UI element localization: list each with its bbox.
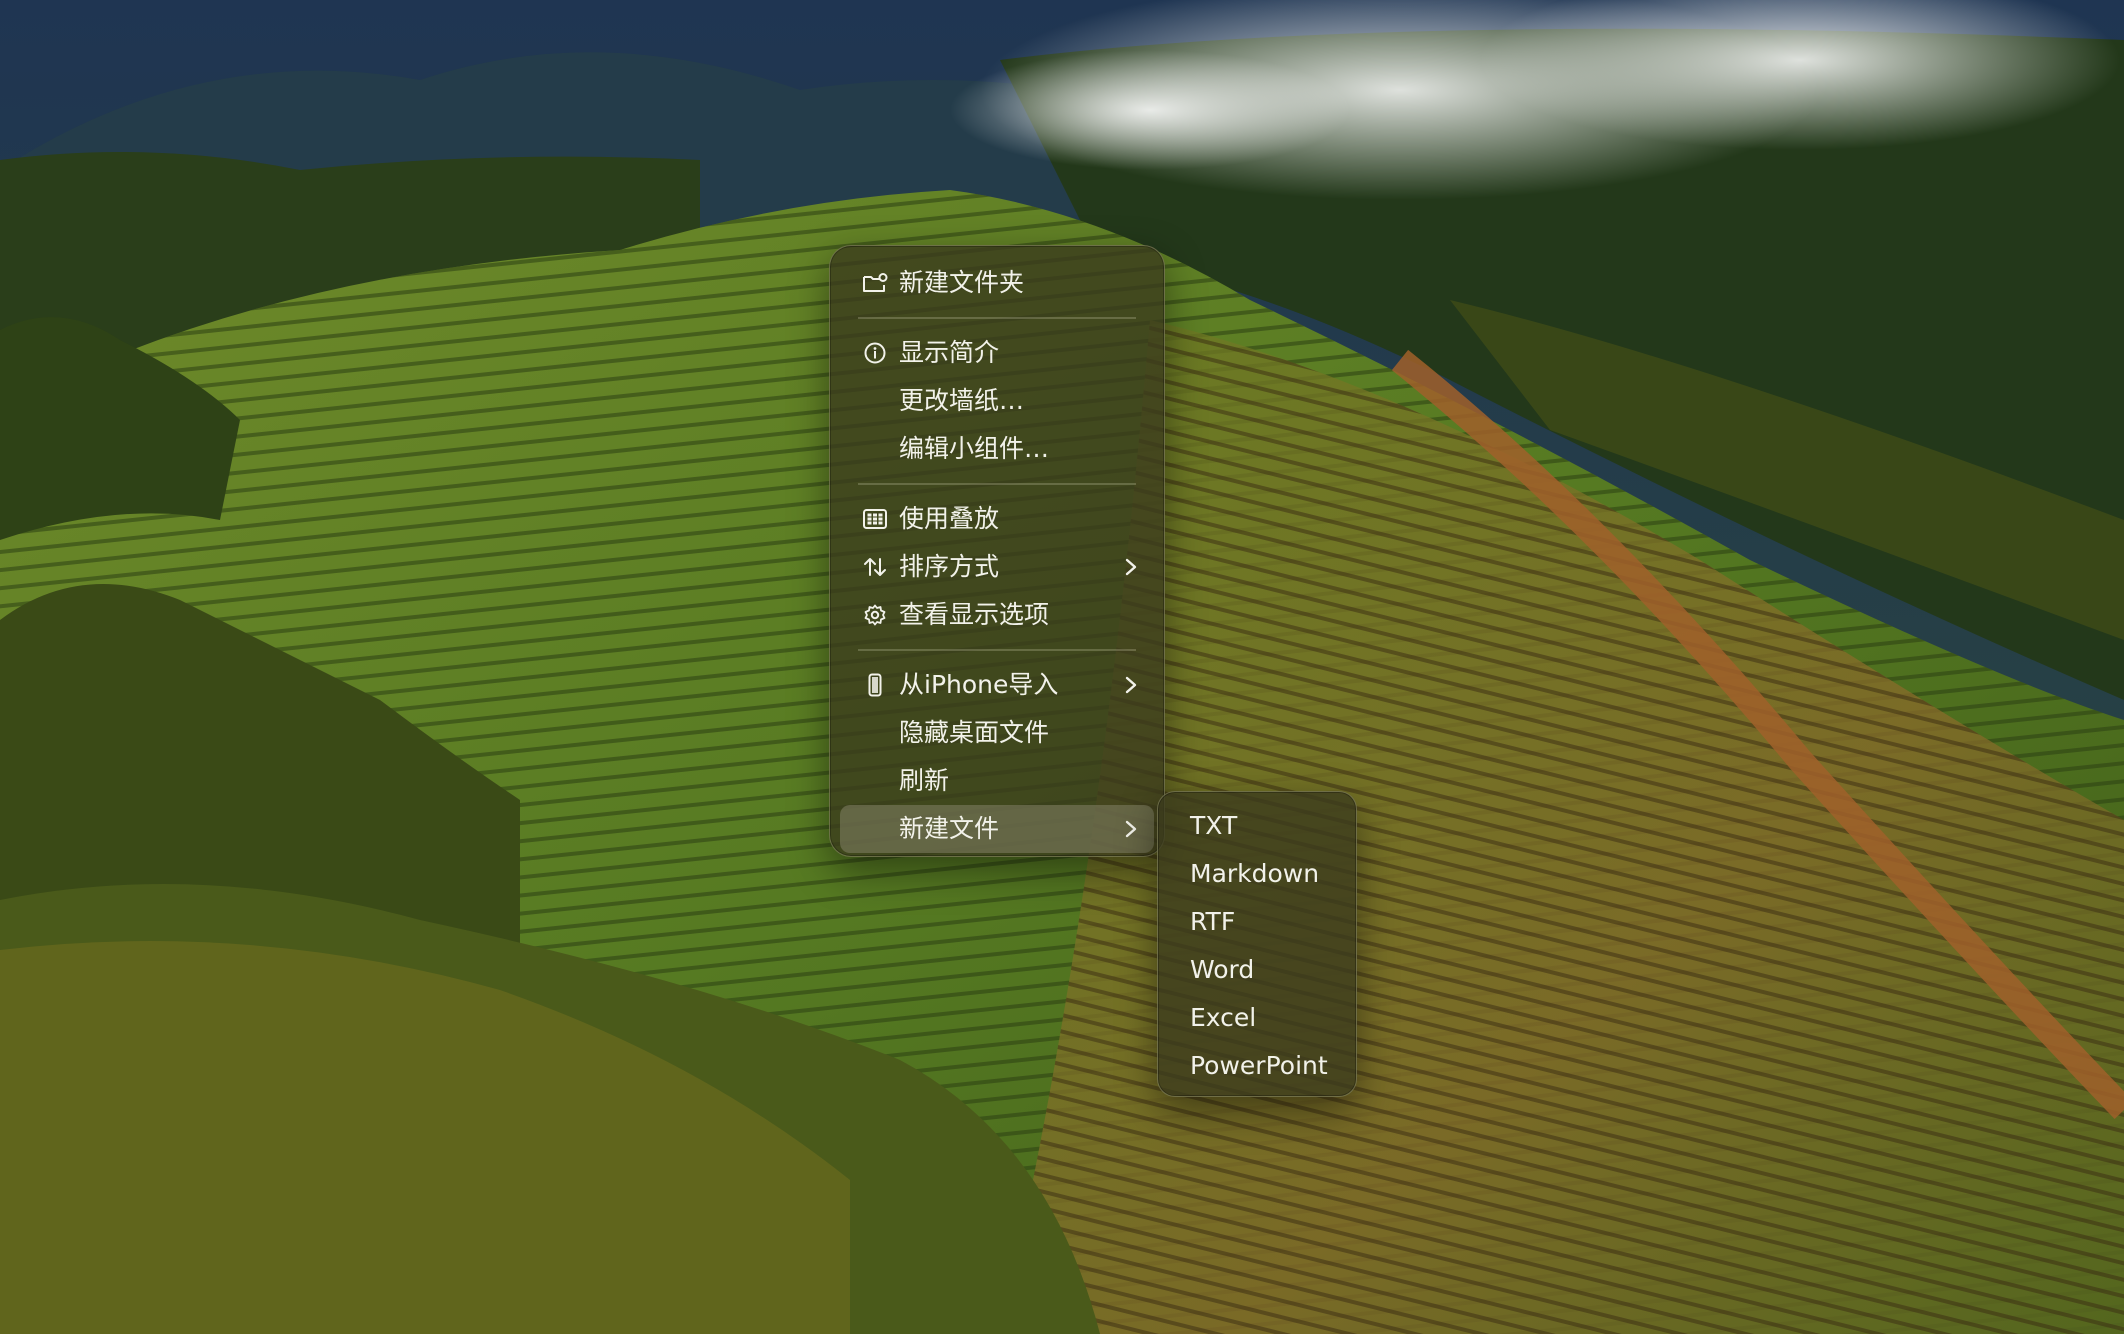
menu-item-view-options[interactable]: 查看显示选项 <box>840 591 1154 639</box>
menu-item-label: 使用叠放 <box>899 504 1000 533</box>
menu-separator <box>858 483 1136 485</box>
gear-icon <box>864 604 886 626</box>
submenu-item-excel[interactable]: Excel <box>1168 994 1346 1042</box>
info-icon <box>864 342 886 364</box>
menu-item-label: 隐藏桌面文件 <box>899 718 1050 747</box>
submenu-item-word[interactable]: Word <box>1168 946 1346 994</box>
menu-item-label: 更改墙纸… <box>899 386 1025 415</box>
menu-item-edit-widgets[interactable]: 编辑小组件… <box>840 425 1154 473</box>
menu-item-refresh[interactable]: 刷新 <box>840 757 1154 805</box>
chevron-right-icon <box>1125 820 1137 838</box>
menu-item-use-stacks[interactable]: 使用叠放 <box>840 495 1154 543</box>
chevron-right-icon <box>1125 676 1137 694</box>
menu-item-label: 新建文件 <box>899 814 1000 843</box>
menu-item-new-folder[interactable]: 新建文件夹 <box>840 259 1154 307</box>
stacks-grid-icon <box>863 509 887 529</box>
menu-item-hide-desktop-files[interactable]: 隐藏桌面文件 <box>840 709 1154 757</box>
submenu-item-powerpoint[interactable]: PowerPoint <box>1168 1042 1346 1090</box>
submenu-item-rtf[interactable]: RTF <box>1168 898 1346 946</box>
menu-item-change-wallpaper[interactable]: 更改墙纸… <box>840 377 1154 425</box>
iphone-icon <box>868 673 882 697</box>
chevron-right-icon <box>1125 558 1137 576</box>
menu-item-label: 刷新 <box>899 766 950 795</box>
submenu-item-markdown[interactable]: Markdown <box>1168 850 1346 898</box>
menu-item-get-info[interactable]: 显示简介 <box>840 329 1154 377</box>
menu-separator <box>858 649 1136 651</box>
desktop-context-menu: 新建文件夹 显示简介 更改墙纸… 编辑小组件… 使用叠放 排序方式 查看显示选项… <box>829 245 1165 857</box>
menu-item-label: 新建文件夹 <box>899 268 1025 297</box>
folder-badge-icon <box>863 273 888 292</box>
menu-item-label: 从iPhone导入 <box>899 670 1059 699</box>
menu-item-label: 编辑小组件… <box>899 434 1050 463</box>
new-file-submenu: TXT Markdown RTF Word Excel PowerPoint <box>1157 791 1357 1097</box>
desktop[interactable]: 新建文件夹 显示简介 更改墙纸… 编辑小组件… 使用叠放 排序方式 查看显示选项… <box>0 0 2124 1334</box>
menu-item-label: 排序方式 <box>899 552 1000 581</box>
menu-item-new-file[interactable]: 新建文件 <box>840 805 1154 853</box>
submenu-item-txt[interactable]: TXT <box>1168 802 1346 850</box>
menu-item-import-from-iphone[interactable]: 从iPhone导入 <box>840 661 1154 709</box>
menu-item-sort-by[interactable]: 排序方式 <box>840 543 1154 591</box>
sort-arrows-icon <box>864 558 886 576</box>
menu-separator <box>858 317 1136 319</box>
menu-item-label: 查看显示选项 <box>899 600 1050 629</box>
menu-item-label: 显示简介 <box>899 338 1000 367</box>
